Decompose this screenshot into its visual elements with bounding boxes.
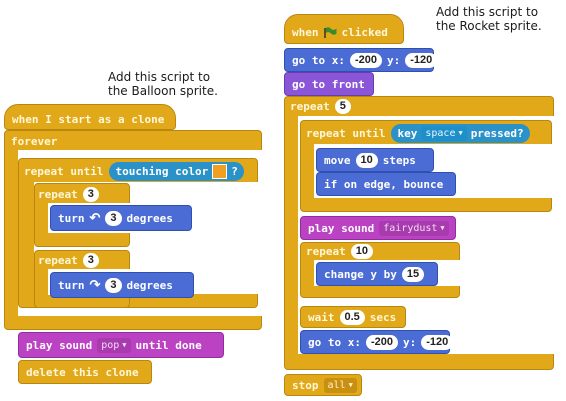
color-swatch[interactable] <box>212 163 228 179</box>
repeat-count-2[interactable]: 3 <box>82 252 99 268</box>
play-sound-label-2: play sound <box>308 221 375 235</box>
delete-clone-label: delete this clone <box>26 365 139 379</box>
when-flag-clicked-block[interactable]: when clicked <box>284 14 404 44</box>
hat-label: when I start as a clone <box>12 112 165 126</box>
rotate-left-icon: ↶ <box>89 210 101 225</box>
key-name: space <box>425 127 456 139</box>
balloon-script: when I start as a clone forever repeat u… <box>0 0 270 401</box>
repeat-5-label: repeat <box>290 99 330 113</box>
repeat-5-count[interactable]: 5 <box>334 98 351 114</box>
turn-left-suffix: degrees <box>126 211 173 225</box>
goto-label-2: go to x: <box>308 335 361 349</box>
repeat-until-key-label: repeat until <box>306 126 386 140</box>
bounce-label: if on edge, bounce <box>324 177 444 191</box>
goto-x-1[interactable]: -200 <box>349 52 383 68</box>
turn-right-value[interactable]: 3 <box>105 277 122 293</box>
move-value[interactable]: 10 <box>355 152 378 168</box>
repeat-label-1: repeat <box>38 187 78 201</box>
turn-label-2: turn <box>58 278 85 292</box>
move-steps-block[interactable]: move 10 steps <box>316 148 434 172</box>
stop-dropdown[interactable]: all ▼ <box>323 377 357 393</box>
play-sound-label: play sound <box>26 338 93 352</box>
sound-name-2: fairydust <box>383 222 438 234</box>
secs-label: secs <box>369 310 397 324</box>
turn-left-value[interactable]: 3 <box>105 210 122 226</box>
play-sound-fairydust-block[interactable]: play sound fairydust ▼ <box>300 216 456 240</box>
goto-label-1: go to x: <box>292 53 345 67</box>
goto-y-label-1: y: <box>387 53 401 67</box>
sound-name: pop <box>101 339 120 351</box>
play-sound-until-done-block[interactable]: play sound pop ▼ until done <box>18 332 224 358</box>
sound-dropdown-pop[interactable]: pop ▼ <box>97 337 131 353</box>
wait-secs-block[interactable]: wait 0.5 secs <box>300 306 406 328</box>
chevron-down-icon: ▼ <box>458 129 463 137</box>
move-label: move <box>324 153 351 167</box>
wait-label: wait <box>308 310 335 324</box>
turn-left-block[interactable]: turn ↶ 3 degrees <box>50 205 192 231</box>
repeat-10-label: repeat <box>306 244 346 258</box>
goto-y-1[interactable]: -120 <box>405 52 438 68</box>
until-done-label: until done <box>135 338 202 352</box>
repeat-label-2: repeat <box>38 253 78 267</box>
sound-dropdown-fairydust[interactable]: fairydust ▼ <box>379 220 449 236</box>
turn-right-suffix: degrees <box>126 278 173 292</box>
goto-y-2[interactable]: -120 <box>421 334 454 350</box>
key-label: key <box>397 126 418 140</box>
rocket-script: when clicked go to x: -200 y: -120 go to… <box>276 0 566 401</box>
turn-label-1: turn <box>58 211 85 225</box>
go-to-xy-block-1[interactable]: go to x: -200 y: -120 <box>284 48 438 72</box>
green-flag-icon <box>323 26 336 38</box>
forever-label: forever <box>11 135 58 148</box>
steps-label: steps <box>382 153 416 167</box>
stop-label: stop <box>292 378 319 392</box>
repeat-count-1[interactable]: 3 <box>82 186 99 202</box>
rotate-right-icon: ↷ <box>89 277 101 292</box>
stop-option: all <box>327 379 346 391</box>
go-to-front-label: go to front <box>292 77 365 91</box>
touching-question: ? <box>231 164 238 178</box>
delete-this-clone-block[interactable]: delete this clone <box>18 360 152 384</box>
when-label: when <box>292 25 319 39</box>
touching-color-condition[interactable]: touching color ? <box>109 161 244 181</box>
if-on-edge-bounce-block[interactable]: if on edge, bounce <box>316 172 456 196</box>
stop-all-block[interactable]: stop all ▼ <box>284 374 362 396</box>
goto-x-2[interactable]: -200 <box>365 334 399 350</box>
clicked-label: clicked <box>341 25 388 39</box>
change-y-label: change y by <box>324 267 397 281</box>
turn-right-block[interactable]: turn ↷ 3 degrees <box>50 272 194 298</box>
go-to-front-block[interactable]: go to front <box>284 72 374 96</box>
repeat-until-label: repeat until <box>24 164 104 178</box>
key-pressed-condition[interactable]: key space ▼ pressed? <box>391 123 530 143</box>
chevron-down-icon: ▼ <box>348 381 353 389</box>
touching-color-label: touching color <box>115 164 209 178</box>
go-to-xy-block-2[interactable]: go to x: -200 y: -120 <box>300 330 454 354</box>
change-y-value[interactable]: 15 <box>401 266 425 282</box>
wait-value[interactable]: 0.5 <box>339 309 365 325</box>
repeat-10-count[interactable]: 10 <box>350 243 373 259</box>
goto-y-label-2: y: <box>403 335 417 349</box>
when-start-as-clone-block[interactable]: when I start as a clone <box>4 104 176 130</box>
chevron-down-icon: ▼ <box>440 224 445 232</box>
pressed-label: pressed? <box>470 126 524 140</box>
key-dropdown[interactable]: space ▼ <box>421 125 467 141</box>
chevron-down-icon: ▼ <box>122 341 127 349</box>
change-y-block[interactable]: change y by 15 <box>316 262 438 286</box>
